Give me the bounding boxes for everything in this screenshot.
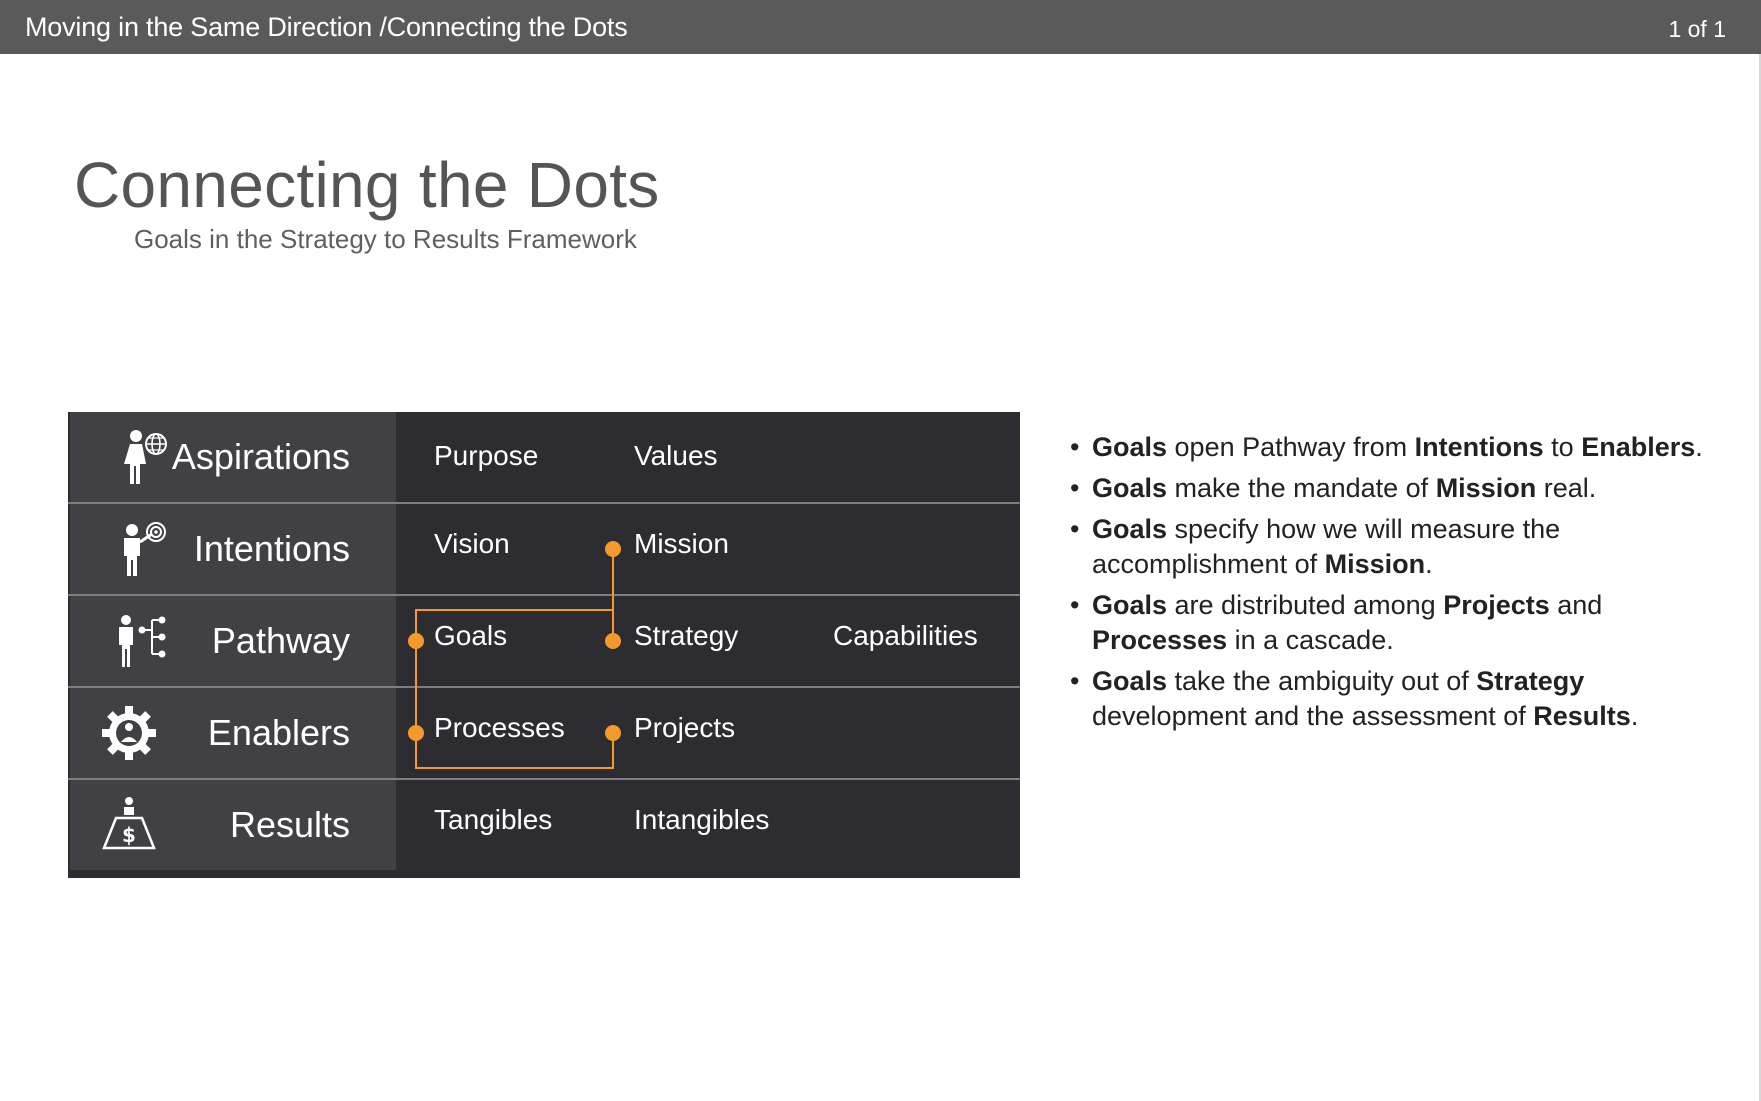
bullet-text: make the mandate of bbox=[1167, 473, 1436, 503]
bullet-text: to bbox=[1543, 432, 1582, 462]
person-flowchart-icon bbox=[119, 615, 166, 667]
bullet-keyword: Goals bbox=[1092, 590, 1168, 620]
framework-item-goals: Goals bbox=[434, 620, 508, 651]
row-label: Intentions bbox=[193, 528, 350, 569]
bullet-keyword: Goals bbox=[1092, 666, 1168, 696]
bullet-text: development and the assessment of bbox=[1092, 701, 1534, 731]
framework-item-intangibles: Intangibles bbox=[634, 804, 770, 835]
framework-item-tangibles: Tangibles bbox=[434, 804, 553, 835]
framework-item-mission: Mission bbox=[634, 528, 729, 559]
bullet-dot-icon: • bbox=[1070, 432, 1080, 462]
bullet-keyword: Strategy bbox=[1476, 666, 1585, 696]
person-globe-icon bbox=[124, 430, 167, 484]
slide-subtitle: Goals in the Strategy to Results Framewo… bbox=[134, 224, 637, 254]
framework-item-strategy: Strategy bbox=[634, 620, 739, 651]
framework-row-intentions: Intentions Vision Mission bbox=[68, 504, 1020, 594]
bullet-dot-icon: • bbox=[1070, 666, 1080, 696]
bullet-text: . bbox=[1425, 549, 1433, 579]
framework-row-enablers: Enablers Processes Projects bbox=[68, 688, 1020, 778]
framework-row-aspirations: Aspirations Purpose Values bbox=[68, 412, 1020, 502]
framework-item-projects: Projects bbox=[634, 712, 736, 743]
bullet-item: • Goals open Pathway from Intentions to E… bbox=[1070, 430, 1730, 465]
framework-diagram: Aspirations Purpose Values Intentions Vi… bbox=[68, 412, 1020, 878]
bullet-keyword: Goals bbox=[1092, 514, 1168, 544]
bullet-list: • Goals open Pathway from Intentions to E… bbox=[1070, 430, 1730, 740]
bullet-item: • Goals are distributed among Projects an… bbox=[1070, 588, 1730, 658]
framework-item-processes: Processes bbox=[434, 712, 565, 743]
row-header: Enablers bbox=[70, 688, 396, 778]
bullet-item: • Goals take the ambiguity out of Strateg… bbox=[1070, 664, 1730, 734]
bullet-text: in a cascade. bbox=[1227, 625, 1394, 655]
gear-person-icon bbox=[102, 706, 156, 760]
bullet-keyword: Enablers bbox=[1581, 432, 1696, 462]
framework-item-vision: Vision bbox=[434, 528, 510, 559]
bullet-text: . bbox=[1695, 432, 1703, 462]
breadcrumb: Moving in the Same Direction /Connecting… bbox=[25, 12, 628, 42]
row-header: Pathway bbox=[70, 596, 396, 686]
bullet-dot-icon: • bbox=[1070, 473, 1080, 503]
row-header: $ Results bbox=[70, 780, 396, 870]
bullet-text: . bbox=[1630, 701, 1639, 731]
framework-row-pathway: Pathway Goals Strategy Capabilities bbox=[68, 596, 1020, 686]
row-header: Intentions bbox=[70, 504, 396, 594]
bullet-keyword: Processes bbox=[1092, 625, 1228, 655]
row-label: Aspirations bbox=[171, 436, 350, 477]
person-target-icon bbox=[124, 522, 166, 576]
framework-item-capabilities: Capabilities bbox=[833, 620, 978, 651]
top-bar: Moving in the Same Direction /Connecting… bbox=[0, 0, 1761, 54]
bullet-keyword: Mission bbox=[1435, 473, 1537, 503]
bullet-item: • Goals specify how we will measure the a… bbox=[1070, 512, 1730, 582]
bullet-text: take the ambiguity out of bbox=[1167, 666, 1477, 696]
bullet-item: • Goals make the mandate of Mission real. bbox=[1070, 471, 1730, 506]
bullet-dot-icon: • bbox=[1070, 590, 1080, 620]
framework-item-values: Values bbox=[634, 440, 718, 471]
framework-item-purpose: Purpose bbox=[434, 440, 539, 471]
bullet-keyword: Goals bbox=[1092, 432, 1168, 462]
bullet-text: are distributed among bbox=[1167, 590, 1444, 620]
page-counter: 1 of 1 bbox=[1668, 16, 1726, 42]
bullet-text: and bbox=[1549, 590, 1603, 620]
bullet-keyword: Goals bbox=[1092, 473, 1168, 503]
svg-text:$: $ bbox=[122, 823, 136, 847]
bullet-keyword: Mission bbox=[1324, 549, 1426, 579]
row-label: Results bbox=[229, 804, 350, 845]
row-label: Pathway bbox=[211, 620, 350, 661]
bullet-keyword: Projects bbox=[1443, 590, 1550, 620]
bullet-keyword: Intentions bbox=[1414, 432, 1544, 462]
bullet-keyword: Results bbox=[1533, 701, 1631, 731]
slide-title: Connecting the Dots bbox=[74, 149, 660, 221]
bullet-text: open Pathway from bbox=[1167, 432, 1415, 462]
row-label: Enablers bbox=[207, 712, 350, 753]
bullet-dot-icon: • bbox=[1070, 514, 1080, 544]
bullet-text: real. bbox=[1536, 473, 1597, 503]
row-header: Aspirations bbox=[70, 412, 396, 502]
person-dollar-pedestal-icon: $ bbox=[102, 797, 156, 850]
framework-row-results: $ Results Tangibles Intangibles bbox=[68, 780, 1020, 870]
